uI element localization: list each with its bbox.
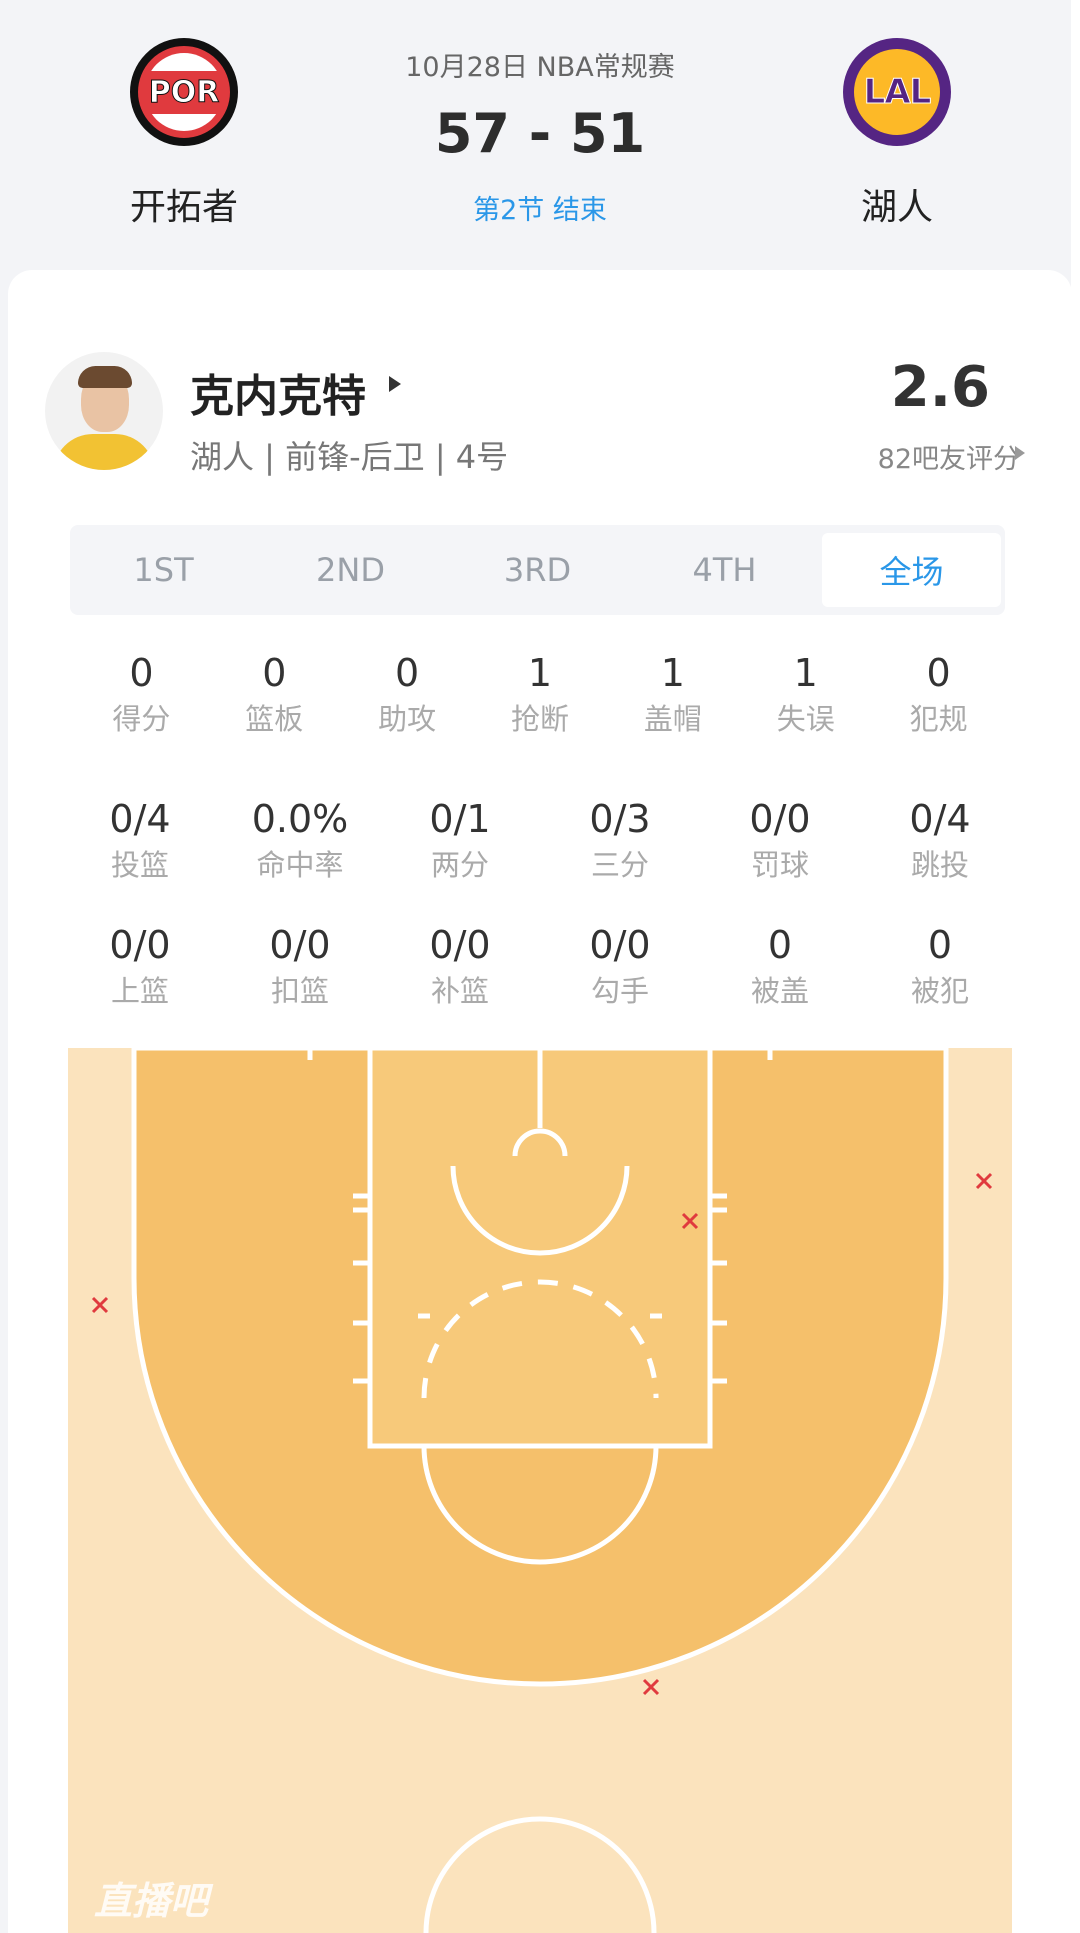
rating-label[interactable]: 82吧友评分 bbox=[820, 437, 1020, 476]
stat-value: 0 bbox=[767, 923, 793, 967]
stat-value: 0/1 bbox=[429, 797, 491, 841]
stat-label: 两分 bbox=[430, 848, 489, 882]
edge-strip bbox=[1071, 0, 1080, 1933]
match-status: 第2节 结束 bbox=[473, 195, 607, 226]
away-team-logo[interactable]: LAL bbox=[843, 38, 951, 146]
stat-ft: 0/0 罚球 bbox=[700, 794, 860, 886]
stat-value: 0/4 bbox=[909, 797, 971, 841]
stat-fg-pct: 0.0% 命中率 bbox=[220, 794, 380, 886]
match-score: 57 - 51 bbox=[434, 102, 646, 165]
stat-steals: 1 抢断 bbox=[474, 648, 607, 740]
stat-putback: 0/0 补篮 bbox=[380, 920, 540, 1012]
stat-value: 0 bbox=[129, 651, 154, 695]
stat-label: 扣篮 bbox=[270, 974, 329, 1008]
stat-dunk: 0/0 扣篮 bbox=[220, 920, 380, 1012]
stat-value: 0/3 bbox=[589, 797, 651, 841]
stat-value: 1 bbox=[793, 651, 818, 695]
away-logo-inner: LAL bbox=[854, 49, 940, 135]
stat-label: 犯规 bbox=[909, 702, 968, 736]
rating-label-text: 82吧友评分 bbox=[877, 444, 1020, 475]
stat-value: 0/0 bbox=[589, 923, 651, 967]
stat-fouls: 0 犯规 bbox=[872, 648, 1005, 740]
rating-arrow-icon[interactable] bbox=[1015, 446, 1025, 460]
stat-turnovers: 1 失误 bbox=[739, 648, 872, 740]
player-detail-arrow-icon[interactable] bbox=[389, 376, 401, 392]
match-date: 10月28日 NBA常规赛 bbox=[405, 52, 675, 83]
stat-value: 1 bbox=[660, 651, 685, 695]
stat-blocks: 1 盖帽 bbox=[606, 648, 739, 740]
tab-2nd[interactable]: 2ND bbox=[261, 533, 440, 607]
stat-value: 0.0% bbox=[251, 797, 349, 841]
stat-value: 1 bbox=[527, 651, 553, 695]
tab-1st[interactable]: 1ST bbox=[74, 533, 253, 607]
stat-layup: 0/0 上篮 bbox=[60, 920, 220, 1012]
stat-value: 0 bbox=[262, 651, 287, 695]
avatar-jersey bbox=[53, 434, 155, 470]
stat-label: 勾手 bbox=[590, 974, 649, 1008]
match-header: POR 开拓者 10月28日 NBA常规赛 57 - 51 第2节 结束 LAL… bbox=[0, 0, 1072, 270]
player-rating: 2.6 bbox=[890, 355, 990, 420]
stat-jumpshot: 0/4 跳投 bbox=[860, 794, 1020, 886]
home-logo-text: POR bbox=[145, 70, 223, 114]
stat-label: 命中率 bbox=[256, 848, 344, 882]
period-tabs: 1ST 2ND 3RD 4TH 全场 bbox=[70, 525, 1005, 615]
away-team-name[interactable]: 湖人 bbox=[797, 178, 997, 230]
stat-label: 投篮 bbox=[110, 848, 169, 882]
stat-value: 0 bbox=[395, 651, 420, 695]
stats-row-shooting: 0/4 投篮 0.0% 命中率 0/1 两分 0/3 三分 0/0 罚球 0/4 跳投 bbox=[60, 794, 1020, 886]
player-avatar[interactable] bbox=[45, 352, 163, 470]
stat-value: 0 bbox=[927, 923, 953, 967]
stat-value: 0/4 bbox=[109, 797, 171, 841]
player-name[interactable]: 克内克特 bbox=[190, 360, 366, 424]
stat-label: 抢断 bbox=[511, 702, 570, 736]
stat-value: 0/0 bbox=[749, 797, 811, 841]
watermark-logo: 直播吧 bbox=[94, 1879, 209, 1923]
stat-value: 0/0 bbox=[269, 923, 331, 967]
stats-row-shot-types: 0/0 上篮 0/0 扣篮 0/0 补篮 0/0 勾手 0 被盖 0 被犯 bbox=[60, 920, 1020, 1012]
stat-fouled: 0 被犯 bbox=[860, 920, 1020, 1012]
away-logo-text: LAL bbox=[863, 72, 932, 113]
avatar-hair bbox=[78, 366, 132, 388]
stat-label: 跳投 bbox=[910, 848, 969, 882]
player-meta: 湖人 | 前锋-后卫 | 4号 bbox=[190, 438, 509, 476]
stat-value: 0/0 bbox=[429, 923, 491, 967]
stat-label: 三分 bbox=[590, 848, 649, 882]
stat-hook: 0/0 勾手 bbox=[540, 920, 700, 1012]
home-team-logo[interactable]: POR bbox=[130, 38, 238, 146]
home-logo-inner: POR bbox=[145, 53, 223, 131]
stat-2pt: 0/1 两分 bbox=[380, 794, 540, 886]
stat-label: 得分 bbox=[112, 702, 171, 736]
shot-chart-court bbox=[68, 1048, 1012, 1933]
stat-value: 0/0 bbox=[109, 923, 171, 967]
tab-4th[interactable]: 4TH bbox=[635, 533, 814, 607]
stat-label: 被盖 bbox=[750, 974, 809, 1008]
stat-rebounds: 0 篮板 bbox=[208, 648, 341, 740]
tab-full-game[interactable]: 全场 bbox=[822, 533, 1001, 607]
tab-3rd[interactable]: 3RD bbox=[448, 533, 627, 607]
stat-label: 罚球 bbox=[750, 848, 809, 882]
stat-points: 0 得分 bbox=[75, 648, 208, 740]
stat-3pt: 0/3 三分 bbox=[540, 794, 700, 886]
stat-label: 助攻 bbox=[378, 702, 437, 736]
home-team-name[interactable]: 开拓者 bbox=[84, 178, 284, 230]
stat-label: 上篮 bbox=[110, 974, 169, 1008]
stat-label: 盖帽 bbox=[643, 702, 702, 736]
stat-assists: 0 助攻 bbox=[341, 648, 474, 740]
stat-fg: 0/4 投篮 bbox=[60, 794, 220, 886]
stat-value: 0 bbox=[926, 651, 951, 695]
stat-label: 篮板 bbox=[245, 702, 304, 736]
stats-row-basic: 0 得分 0 篮板 0 助攻 1 抢断 1 盖帽 1 失误 0 犯规 bbox=[75, 648, 1005, 740]
stat-blocked: 0 被盖 bbox=[700, 920, 860, 1012]
stat-label: 被犯 bbox=[910, 974, 969, 1008]
stat-label: 补篮 bbox=[430, 974, 489, 1008]
stat-label: 失误 bbox=[776, 702, 835, 736]
